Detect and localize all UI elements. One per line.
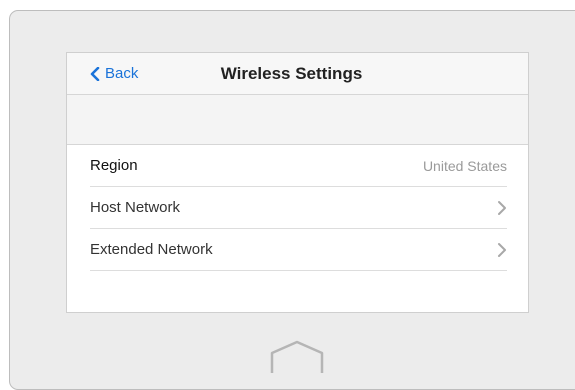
navigation-bar: Back Wireless Settings — [67, 53, 528, 95]
chevron-right-icon — [498, 200, 506, 215]
region-row: Region United States — [90, 145, 507, 187]
settings-screen: Back Wireless Settings Region United Sta… — [66, 52, 529, 313]
home-icon[interactable] — [269, 339, 325, 375]
host-network-label: Host Network — [90, 199, 181, 216]
page-title: Wireless Settings — [220, 64, 363, 83]
extended-network-row[interactable]: Extended Network — [90, 229, 507, 271]
region-label: Region — [90, 157, 138, 174]
region-value: United States — [422, 157, 507, 174]
host-network-row[interactable]: Host Network — [90, 187, 507, 229]
chevron-right-icon — [498, 242, 506, 257]
section-spacer — [67, 95, 528, 145]
settings-list: Region United States Host Network Extend… — [67, 145, 528, 271]
extended-network-label: Extended Network — [90, 241, 213, 258]
